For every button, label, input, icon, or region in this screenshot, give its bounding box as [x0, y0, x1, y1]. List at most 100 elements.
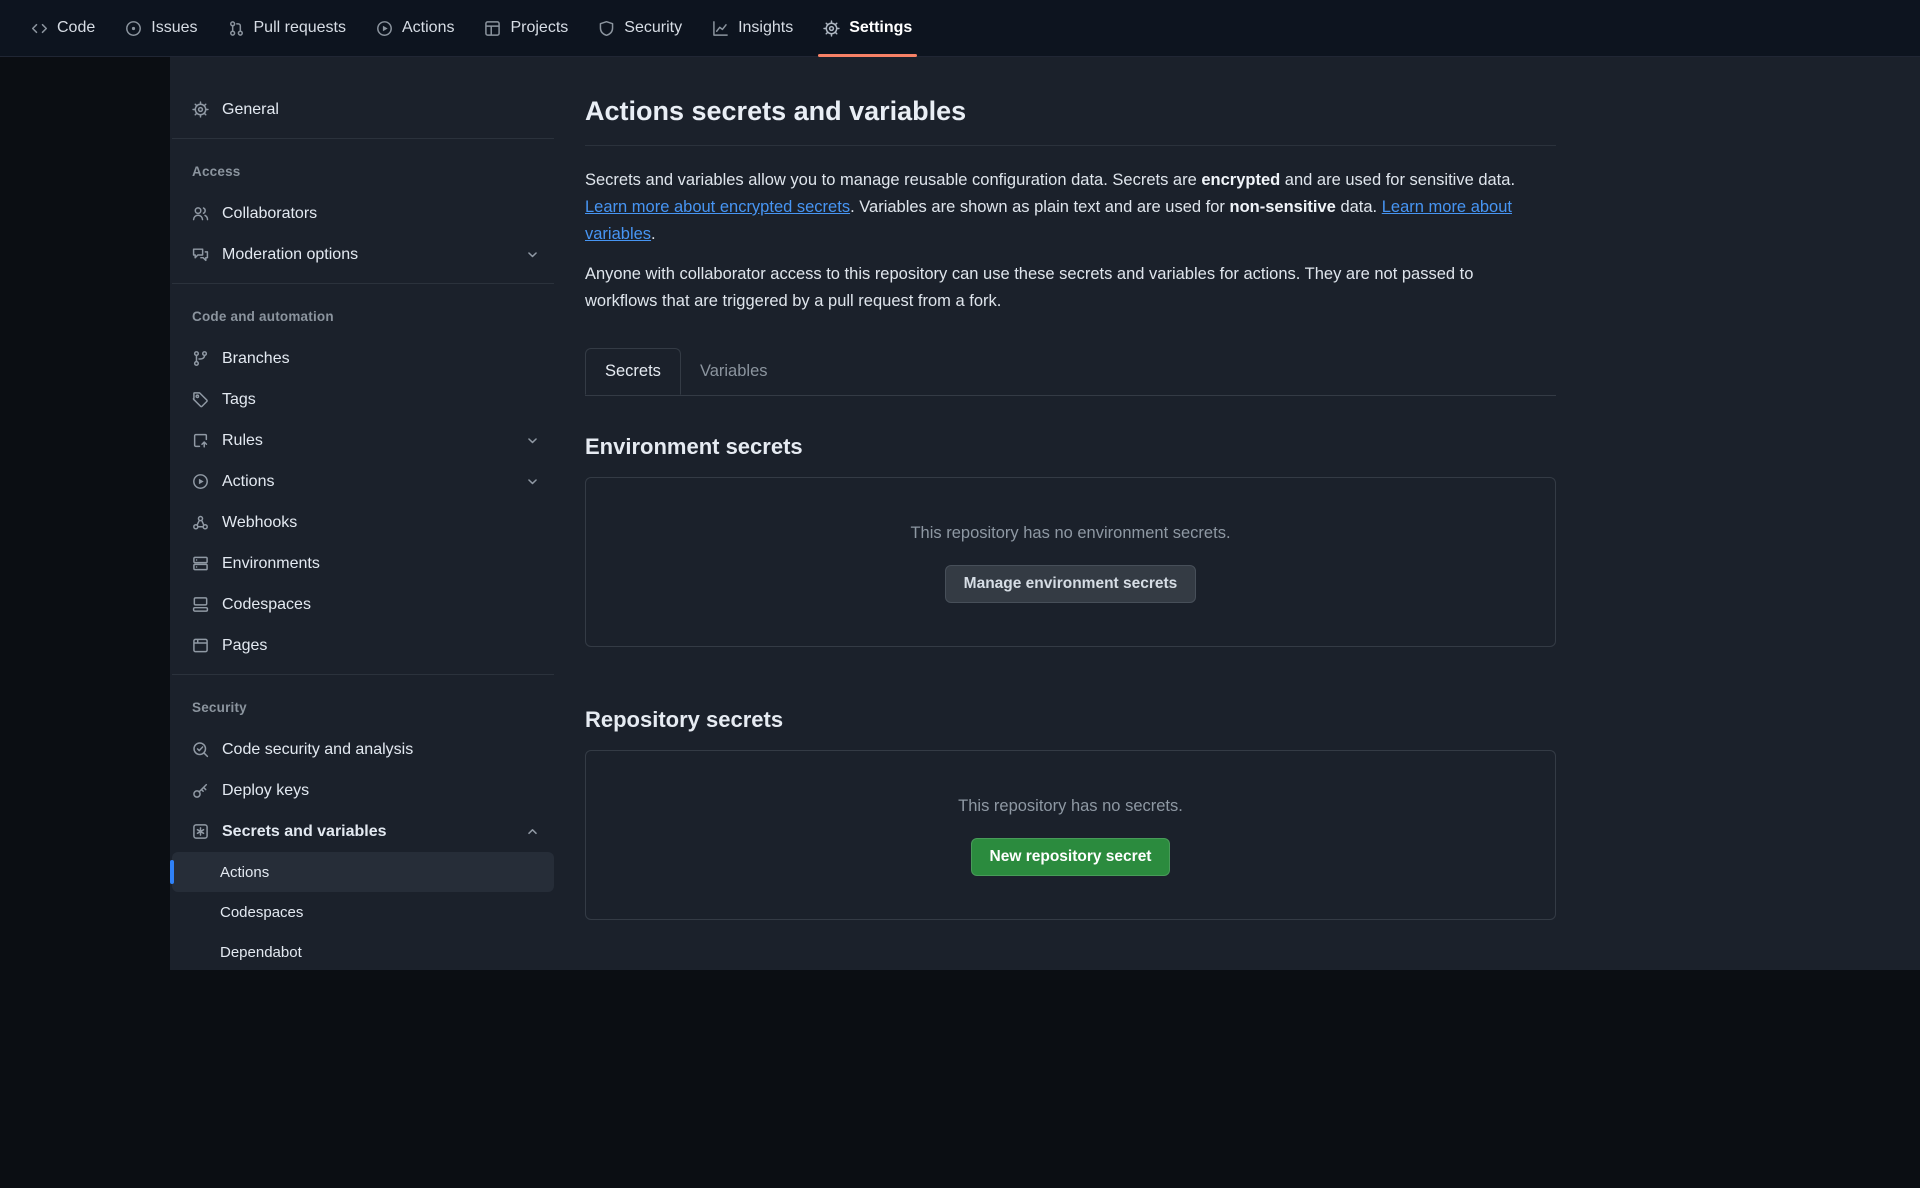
sidebar-subitem-label: Codespaces — [220, 904, 303, 921]
sidebar-item-label: Deploy keys — [222, 782, 309, 800]
manage-environment-secrets-button[interactable]: Manage environment secrets — [945, 565, 1197, 603]
server-icon — [192, 555, 209, 572]
code-icon — [31, 20, 48, 37]
codespaces-icon — [192, 596, 209, 613]
nav-tab-code[interactable]: Code — [16, 0, 110, 56]
sidebar-item-rules[interactable]: Rules — [172, 420, 554, 461]
people-icon — [192, 205, 209, 222]
git-pull-request-icon — [228, 20, 245, 37]
settings-page: General Access Collaborators Moderation … — [170, 57, 1920, 970]
main-content: Actions secrets and variables Secrets an… — [585, 57, 1556, 920]
sidebar-item-environments[interactable]: Environments — [172, 543, 554, 584]
repository-secrets-empty-text: This repository has no secrets. — [958, 797, 1183, 816]
sidebar-item-label: Moderation options — [222, 246, 358, 264]
rules-icon — [192, 432, 209, 449]
sidebar-item-code-security[interactable]: Code security and analysis — [172, 729, 554, 770]
chevron-down-icon — [525, 474, 540, 489]
nav-tab-label: Security — [624, 19, 682, 37]
repo-nav: Code Issues Pull requests Actions Projec… — [0, 0, 1920, 57]
sidebar-section-security: Security — [172, 682, 554, 729]
sidebar-subitem-dependabot[interactable]: Dependabot — [172, 932, 554, 972]
sidebar-item-label: Environments — [222, 555, 320, 573]
sidebar-item-label: Actions — [222, 473, 274, 491]
environment-secrets-empty-text: This repository has no environment secre… — [910, 524, 1230, 543]
nav-tab-actions[interactable]: Actions — [361, 0, 469, 56]
sidebar-item-actions[interactable]: Actions — [172, 461, 554, 502]
sidebar-item-webhooks[interactable]: Webhooks — [172, 502, 554, 543]
table-icon — [484, 20, 501, 37]
title-divider — [585, 145, 1556, 146]
intro-bold-non-sensitive: non-sensitive — [1230, 198, 1336, 216]
comment-discussion-icon — [192, 246, 209, 263]
gear-icon — [192, 101, 209, 118]
sidebar-subitem-codespaces[interactable]: Codespaces — [172, 892, 554, 932]
sidebar-item-tags[interactable]: Tags — [172, 379, 554, 420]
sidebar-item-pages[interactable]: Pages — [172, 625, 554, 666]
chevron-down-icon — [525, 247, 540, 262]
issue-opened-icon — [125, 20, 142, 37]
intro-text: Secrets and variables allow you to manag… — [585, 171, 1201, 189]
environment-secrets-box: This repository has no environment secre… — [585, 477, 1556, 647]
nav-tab-label: Insights — [738, 19, 793, 37]
git-branch-icon — [192, 350, 209, 367]
sidebar-subitem-actions[interactable]: Actions — [172, 852, 554, 892]
link-encrypted-secrets[interactable]: Learn more about encrypted secrets — [585, 198, 850, 216]
graph-icon — [712, 20, 729, 37]
play-icon — [192, 473, 209, 490]
secrets-variables-tabnav: Secrets Variables — [585, 348, 1556, 396]
intro-text: and are used for sensitive data. — [1280, 171, 1515, 189]
intro-paragraph-1: Secrets and variables allow you to manag… — [585, 167, 1550, 248]
sidebar-item-secrets-and-variables[interactable]: Secrets and variables — [172, 811, 554, 852]
sidebar-subitem-label: Dependabot — [220, 944, 302, 961]
sidebar-item-collaborators[interactable]: Collaborators — [172, 193, 554, 234]
repository-secrets-heading: Repository secrets — [585, 706, 1556, 734]
sidebar-item-label: General — [222, 101, 279, 119]
chevron-down-icon — [525, 433, 540, 448]
sidebar-item-label: Code security and analysis — [222, 741, 413, 759]
chevron-up-icon — [525, 824, 540, 839]
nav-tab-issues[interactable]: Issues — [110, 0, 212, 56]
environment-secrets-heading: Environment secrets — [585, 433, 1556, 461]
intro-text: . Variables are shown as plain text and … — [850, 198, 1229, 216]
intro-text: . — [651, 225, 656, 243]
sidebar-item-deploy-keys[interactable]: Deploy keys — [172, 770, 554, 811]
box-asterisk-icon — [192, 823, 209, 840]
sidebar-item-label: Collaborators — [222, 205, 317, 223]
intro-bold-encrypted: encrypted — [1201, 171, 1280, 189]
tab-variables[interactable]: Variables — [681, 348, 787, 395]
nav-tab-security[interactable]: Security — [583, 0, 697, 56]
gear-icon — [823, 20, 840, 37]
sidebar-item-label: Pages — [222, 637, 267, 655]
nav-tab-label: Pull requests — [254, 19, 347, 37]
nav-tab-label: Settings — [849, 19, 912, 37]
key-icon — [192, 782, 209, 799]
nav-tab-settings[interactable]: Settings — [808, 0, 927, 56]
nav-tab-pull-requests[interactable]: Pull requests — [213, 0, 362, 56]
sidebar-item-label: Tags — [222, 391, 256, 409]
sidebar-item-general[interactable]: General — [172, 89, 554, 130]
sidebar-divider — [172, 138, 554, 139]
nav-tab-label: Code — [57, 19, 95, 37]
webhook-icon — [192, 514, 209, 531]
browser-icon — [192, 637, 209, 654]
nav-tab-label: Actions — [402, 19, 454, 37]
sidebar-item-label: Webhooks — [222, 514, 297, 532]
tab-secrets[interactable]: Secrets — [585, 348, 681, 395]
sidebar-item-moderation-options[interactable]: Moderation options — [172, 234, 554, 275]
new-repository-secret-button[interactable]: New repository secret — [971, 838, 1171, 876]
tag-icon — [192, 391, 209, 408]
sidebar-item-label: Secrets and variables — [222, 823, 387, 841]
sidebar-item-label: Branches — [222, 350, 290, 368]
repository-secrets-box: This repository has no secrets. New repo… — [585, 750, 1556, 920]
sidebar-item-label: Rules — [222, 432, 263, 450]
intro-paragraph-2: Anyone with collaborator access to this … — [585, 261, 1550, 315]
sidebar-item-label: Codespaces — [222, 596, 311, 614]
sidebar-subitem-label: Actions — [220, 864, 269, 881]
sidebar-item-codespaces[interactable]: Codespaces — [172, 584, 554, 625]
sidebar-section-code-automation: Code and automation — [172, 291, 554, 338]
nav-tab-insights[interactable]: Insights — [697, 0, 808, 56]
settings-sidebar: General Access Collaborators Moderation … — [172, 89, 554, 972]
sidebar-item-branches[interactable]: Branches — [172, 338, 554, 379]
intro-text: data. — [1336, 198, 1382, 216]
nav-tab-projects[interactable]: Projects — [469, 0, 583, 56]
